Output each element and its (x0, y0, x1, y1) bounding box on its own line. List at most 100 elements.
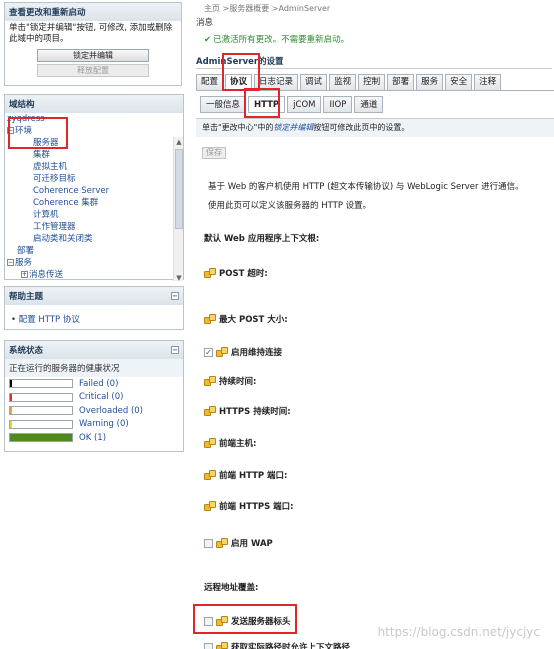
partial-next-field: 获取实际路径时允许上下文路径 (204, 641, 350, 649)
save-button[interactable]: 保存 (202, 147, 226, 159)
tree-item-coherence-server[interactable]: Coherence Server (7, 185, 183, 197)
tree-item-work-managers[interactable]: 工作管理器 (7, 221, 183, 233)
change-center-title: 查看更改和重新启动 (5, 3, 181, 21)
enable-keepalive-checkbox[interactable]: ✓ (204, 347, 213, 357)
success-message-text: 已激活所有更改。不需要重新启动。 (213, 35, 350, 45)
status-row: OK (1) (5, 431, 183, 445)
lock-icon (216, 537, 228, 549)
tree-item-label: 消息传送 (29, 270, 64, 280)
system-status-header: 系统状态 − (5, 341, 183, 359)
enable-wap-field: 启用 WAP (204, 537, 273, 549)
collapse-toggle-icon[interactable]: − (7, 259, 14, 266)
keepalive-duration-field: 持续时间: (204, 375, 256, 387)
release-config-button[interactable]: 释放配置 (37, 64, 149, 77)
help-topics-title: 帮助主题 (9, 292, 44, 302)
tab-services[interactable]: 服务 (416, 74, 444, 90)
status-bar (9, 392, 73, 402)
tree-item-startup-shutdown[interactable]: 启动类和关闭类 (7, 233, 183, 245)
watermark: https://blog.csdn.net/jycjyc (377, 625, 540, 639)
tree-item-messaging[interactable]: + 消息传送 (7, 269, 183, 281)
https-keepalive-duration-label: HTTPS 持续时间: (219, 407, 291, 417)
enable-wap-label: 启用 WAP (231, 539, 273, 549)
frontend-http-port-label: 前端 HTTP 端口: (219, 471, 288, 481)
info-bar-link[interactable]: 锁定并编辑 (273, 123, 313, 132)
minimize-icon[interactable]: − (171, 346, 179, 354)
frontend-host-label: 前端主机: (219, 439, 257, 449)
status-row: Warning (0) (5, 418, 183, 432)
subtab-iiop[interactable]: IIOP (323, 96, 353, 113)
tree-item-deployments[interactable]: 部署 (7, 245, 183, 257)
sub-tabs: 一般信息 HTTP jCOM IIOP 通道 (200, 96, 385, 113)
expand-toggle-icon[interactable]: + (21, 271, 28, 278)
status-label[interactable]: Warning (0) (79, 419, 129, 429)
scroll-up-icon[interactable]: ▲ (174, 137, 183, 147)
lock-icon (204, 405, 216, 417)
annotation-highlight-servers (8, 117, 68, 149)
tab-monitoring[interactable]: 监视 (329, 74, 357, 90)
lock-icon (204, 313, 216, 325)
minimize-icon[interactable]: − (171, 292, 179, 300)
tree-item-migratable-targets[interactable]: 可迁移目标 (7, 173, 183, 185)
tab-security[interactable]: 安全 (445, 74, 473, 90)
checkmark-icon: ✔ (204, 35, 212, 45)
tree-item-services[interactable]: − 服务 (7, 257, 183, 269)
help-topics-header: 帮助主题 − (5, 287, 183, 305)
tab-configuration[interactable]: 配置 (196, 74, 224, 90)
https-keepalive-duration-field: HTTPS 持续时间: (204, 405, 291, 417)
frontend-host-field: 前端主机: (204, 437, 256, 449)
lock-icon (216, 641, 228, 649)
frontend-https-port-field: 前端 HTTPS 端口: (204, 500, 294, 512)
max-post-size-field: 最大 POST 大小: (204, 313, 288, 325)
lock-icon (204, 469, 216, 481)
lock-icon (204, 437, 216, 449)
info-bar-suffix: 按钮可修改此页中的设置。 (313, 123, 410, 132)
domain-structure-title: 域结构 (5, 95, 183, 113)
info-bar: 单击"更改中心"中的锁定并编辑按钮可修改此页中的设置。 (196, 119, 554, 137)
subtab-general[interactable]: 一般信息 (200, 96, 247, 113)
tree-item-virtual-hosts[interactable]: 虚拟主机 (7, 161, 183, 173)
status-row: Overloaded (0) (5, 404, 183, 418)
enable-keepalive-label: 启用维持连接 (231, 348, 283, 358)
lock-icon (216, 346, 228, 358)
post-timeout-field: POST 超时: (204, 267, 268, 279)
scrollbar-thumb[interactable] (175, 149, 183, 229)
left-column: 查看更改和重新启动 单击"锁定并编辑"按钮, 可修改, 添加或删除此域中的项目。… (0, 0, 184, 649)
status-rows: Failed (0) Critical (0) Overloaded (0) Warn… (5, 377, 183, 445)
description-line-2: 使用此页可以定义该服务器的 HTTP 设置。 (208, 201, 372, 211)
system-status-title: 系统状态 (9, 346, 44, 356)
status-label[interactable]: Overloaded (0) (79, 406, 143, 416)
tab-notes[interactable]: 注释 (474, 74, 502, 90)
status-row: Failed (0) (5, 377, 183, 391)
lock-icon (204, 375, 216, 387)
status-bar (9, 419, 73, 429)
keepalive-duration-label: 持续时间: (219, 377, 257, 387)
tree-scrollbar[interactable]: ▲ ▼ (173, 137, 183, 281)
tab-debug[interactable]: 调试 (300, 74, 328, 90)
lock-icon (204, 500, 216, 512)
partial-next-checkbox[interactable] (204, 642, 213, 649)
help-link-http[interactable]: 配置 HTTP 协议 (5, 305, 183, 333)
enable-wap-checkbox[interactable] (204, 538, 213, 548)
success-message: ✔ 已激活所有更改。不需要重新启动。 (204, 33, 349, 45)
status-label[interactable]: Failed (0) (79, 379, 118, 389)
system-status-subtitle: 正在运行的服务器的健康状况 (5, 359, 183, 377)
breadcrumb[interactable]: 主页 >服务器概要 >AdminServer (204, 3, 330, 14)
domain-structure-title-text: 域结构 (9, 100, 35, 110)
tree-item-machines[interactable]: 计算机 (7, 209, 183, 221)
subtab-channels[interactable]: 通道 (354, 96, 384, 113)
tree-item-coherence-cluster[interactable]: Coherence 集群 (7, 197, 183, 209)
partial-next-label: 获取实际路径时允许上下文路径 (231, 643, 351, 649)
status-label[interactable]: OK (1) (79, 433, 106, 443)
scroll-down-icon[interactable]: ▼ (174, 273, 183, 281)
tab-deployments[interactable]: 部署 (387, 74, 415, 90)
system-status-panel: 系统状态 − 正在运行的服务器的健康状况 Failed (0) Critical … (4, 340, 184, 452)
status-label[interactable]: Critical (0) (79, 392, 123, 402)
post-timeout-label: POST 超时: (219, 269, 268, 279)
subtab-jcom[interactable]: jCOM (287, 96, 322, 113)
tab-control[interactable]: 控制 (358, 74, 386, 90)
change-center-panel: 查看更改和重新启动 单击"锁定并编辑"按钮, 可修改, 添加或删除此域中的项目。… (4, 2, 182, 86)
status-row: Critical (0) (5, 391, 183, 405)
lock-and-edit-button[interactable]: 锁定并编辑 (37, 49, 149, 62)
max-post-size-label: 最大 POST 大小: (219, 315, 288, 325)
tree-item-clusters[interactable]: 集群 (7, 149, 183, 161)
